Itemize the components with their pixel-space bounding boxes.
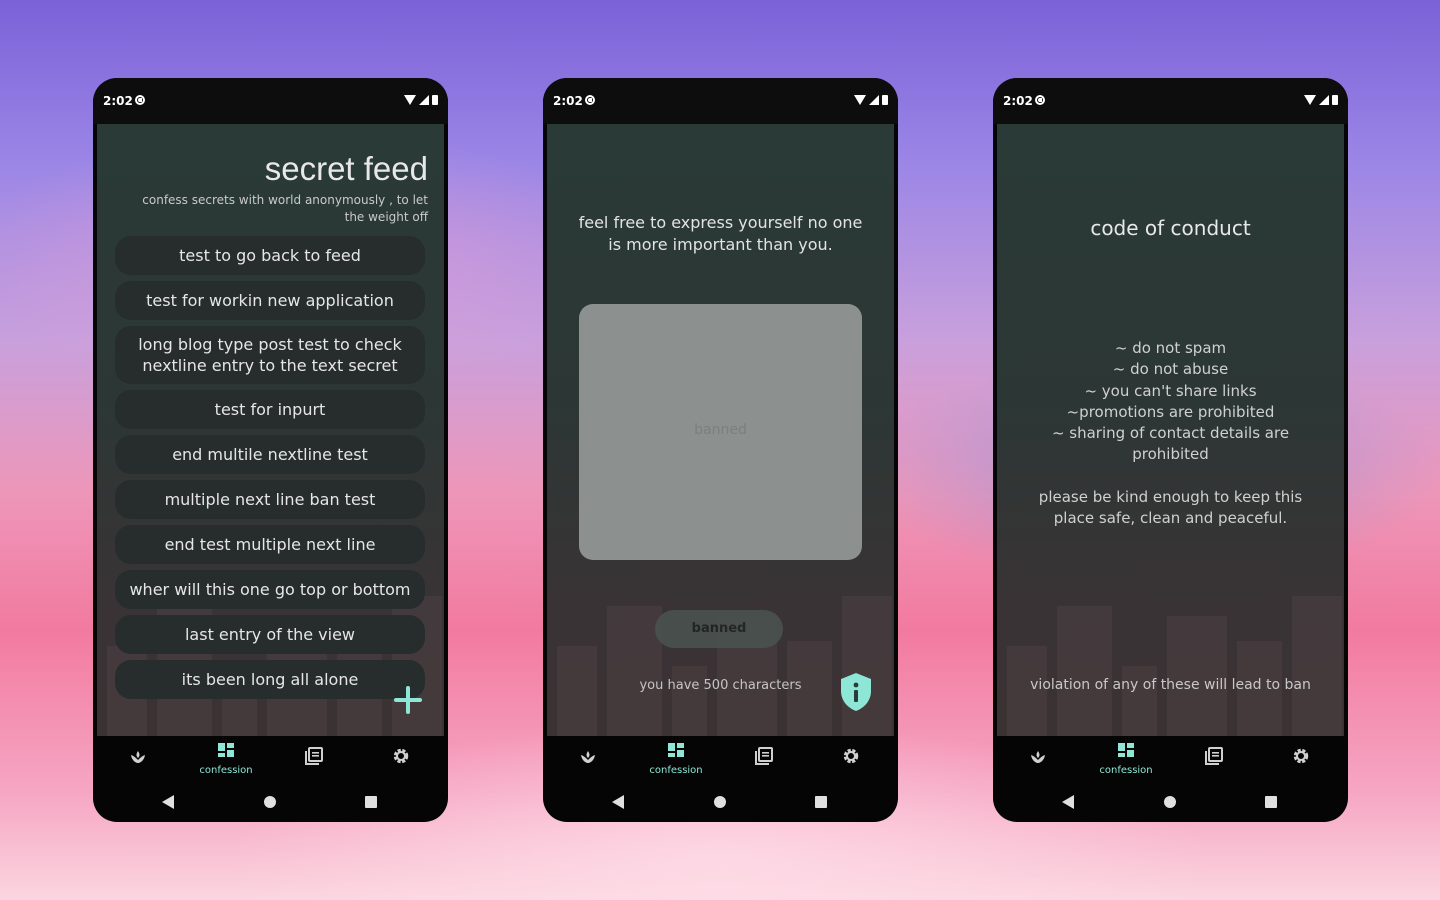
articles-icon — [755, 747, 773, 765]
system-nav — [993, 782, 1348, 822]
submit-button[interactable]: banned — [655, 610, 783, 648]
nav-label-confession: confession — [649, 765, 703, 776]
status-bar: 2:02 — [543, 78, 898, 124]
battery-icon — [882, 95, 888, 105]
rule-item: ~ do not spam — [1114, 339, 1227, 357]
battery-icon — [432, 95, 438, 105]
notification-icon — [135, 95, 145, 105]
conduct-screen: code of conduct ~ do not spam ~ do not a… — [997, 124, 1344, 736]
nav-item-settings[interactable] — [808, 736, 894, 782]
status-time: 2:02 — [553, 94, 583, 108]
wifi-icon — [1304, 95, 1316, 105]
nav-item-home[interactable] — [995, 736, 1081, 782]
rules-list: ~ do not spam ~ do not abuse ~ you can't… — [1017, 338, 1324, 466]
conduct-title: code of conduct — [1090, 216, 1251, 240]
page-title: secret feed — [264, 150, 428, 187]
back-icon[interactable] — [1062, 795, 1074, 809]
nav-label-confession: confession — [1099, 765, 1153, 776]
wifi-icon — [404, 95, 416, 105]
signal-icon — [419, 95, 429, 105]
feed-list[interactable]: test to go back to feed test for workin … — [115, 236, 425, 705]
violation-warning: violation of any of these will lead to b… — [1030, 677, 1311, 693]
feed-post[interactable]: end test multiple next line — [115, 525, 425, 564]
dashboard-icon — [668, 743, 684, 757]
home-icon[interactable] — [264, 796, 276, 808]
bottom-nav: confession — [543, 736, 898, 782]
system-nav — [543, 782, 898, 822]
gear-icon — [843, 748, 859, 764]
signal-icon — [1319, 95, 1329, 105]
confession-input[interactable]: banned — [579, 304, 862, 560]
sprout-icon — [581, 751, 595, 763]
status-icons — [404, 95, 438, 105]
status-bar: 2:02 — [93, 78, 448, 124]
signal-icon — [869, 95, 879, 105]
feed-screen: secret feed confess secrets with world a… — [97, 124, 444, 736]
gear-icon — [1293, 748, 1309, 764]
home-icon[interactable] — [714, 796, 726, 808]
compose-prompt: feel free to express yourself no one is … — [578, 213, 863, 254]
recents-icon[interactable] — [815, 796, 827, 808]
bottom-nav: confession — [93, 736, 448, 782]
gear-icon — [393, 748, 409, 764]
page-subtitle: confess secrets with world anonymously ,… — [142, 193, 428, 224]
feed-post[interactable]: test for workin new application — [115, 281, 425, 320]
rule-item: ~ sharing of contact details are prohibi… — [1051, 424, 1290, 464]
feed-post[interactable]: end multile nextline test — [115, 435, 425, 474]
battery-icon — [1332, 95, 1338, 105]
phone-compose: 2:02 feel free to express yourself no on… — [543, 78, 898, 822]
nav-item-articles[interactable] — [271, 736, 357, 782]
nav-item-settings[interactable] — [1258, 736, 1344, 782]
dashboard-icon — [1118, 743, 1134, 757]
rule-item: ~ you can't share links — [1084, 381, 1257, 400]
nav-item-home[interactable] — [545, 736, 631, 782]
city-background — [997, 566, 1344, 736]
sprout-icon — [131, 751, 145, 763]
feed-post[interactable]: last entry of the view — [115, 615, 425, 654]
nav-item-home[interactable] — [95, 736, 181, 782]
feed-post[interactable]: long blog type post test to check nextli… — [115, 326, 425, 384]
feed-post[interactable]: test to go back to feed — [115, 236, 425, 275]
notification-icon — [1035, 95, 1045, 105]
articles-icon — [305, 747, 323, 765]
compose-screen: feel free to express yourself no one is … — [547, 124, 894, 736]
phone-conduct: 2:02 code of conduct ~ do not spam ~ do … — [993, 78, 1348, 822]
back-icon[interactable] — [162, 795, 174, 809]
nav-item-articles[interactable] — [1171, 736, 1257, 782]
status-bar: 2:02 — [993, 78, 1348, 124]
home-icon[interactable] — [1164, 796, 1176, 808]
bottom-nav: confession — [993, 736, 1348, 782]
add-post-button[interactable] — [394, 686, 422, 714]
notification-icon — [585, 95, 595, 105]
status-icons — [854, 95, 888, 105]
rule-item: ~promotions are prohibited — [1066, 402, 1275, 421]
back-icon[interactable] — [612, 795, 624, 809]
nav-item-confession[interactable]: confession — [183, 736, 269, 782]
status-icons — [1304, 95, 1338, 105]
nav-item-articles[interactable] — [721, 736, 807, 782]
status-time: 2:02 — [1003, 94, 1033, 108]
feed-post[interactable]: test for inpurt — [115, 390, 425, 429]
nav-item-confession[interactable]: confession — [633, 736, 719, 782]
articles-icon — [1205, 747, 1223, 765]
recents-icon[interactable] — [365, 796, 377, 808]
feed-post[interactable]: wher will this one go top or bottom — [115, 570, 425, 609]
nav-label-confession: confession — [199, 765, 253, 776]
conduct-note: please be kind enough to keep this place… — [1038, 488, 1303, 527]
recents-icon[interactable] — [1265, 796, 1277, 808]
feed-post[interactable]: its been long all alone — [115, 660, 425, 699]
dashboard-icon — [218, 743, 234, 757]
input-placeholder: banned — [694, 422, 747, 438]
feed-post[interactable]: multiple next line ban test — [115, 480, 425, 519]
shield-info-icon[interactable] — [839, 672, 873, 712]
sprout-icon — [1031, 751, 1045, 763]
phone-feed: 2:02 secret feed confess secrets with wo… — [93, 78, 448, 822]
system-nav — [93, 782, 448, 822]
nav-item-confession[interactable]: confession — [1083, 736, 1169, 782]
status-time: 2:02 — [103, 94, 133, 108]
rule-item: ~ do not abuse — [1112, 360, 1229, 379]
wifi-icon — [854, 95, 866, 105]
nav-item-settings[interactable] — [358, 736, 444, 782]
